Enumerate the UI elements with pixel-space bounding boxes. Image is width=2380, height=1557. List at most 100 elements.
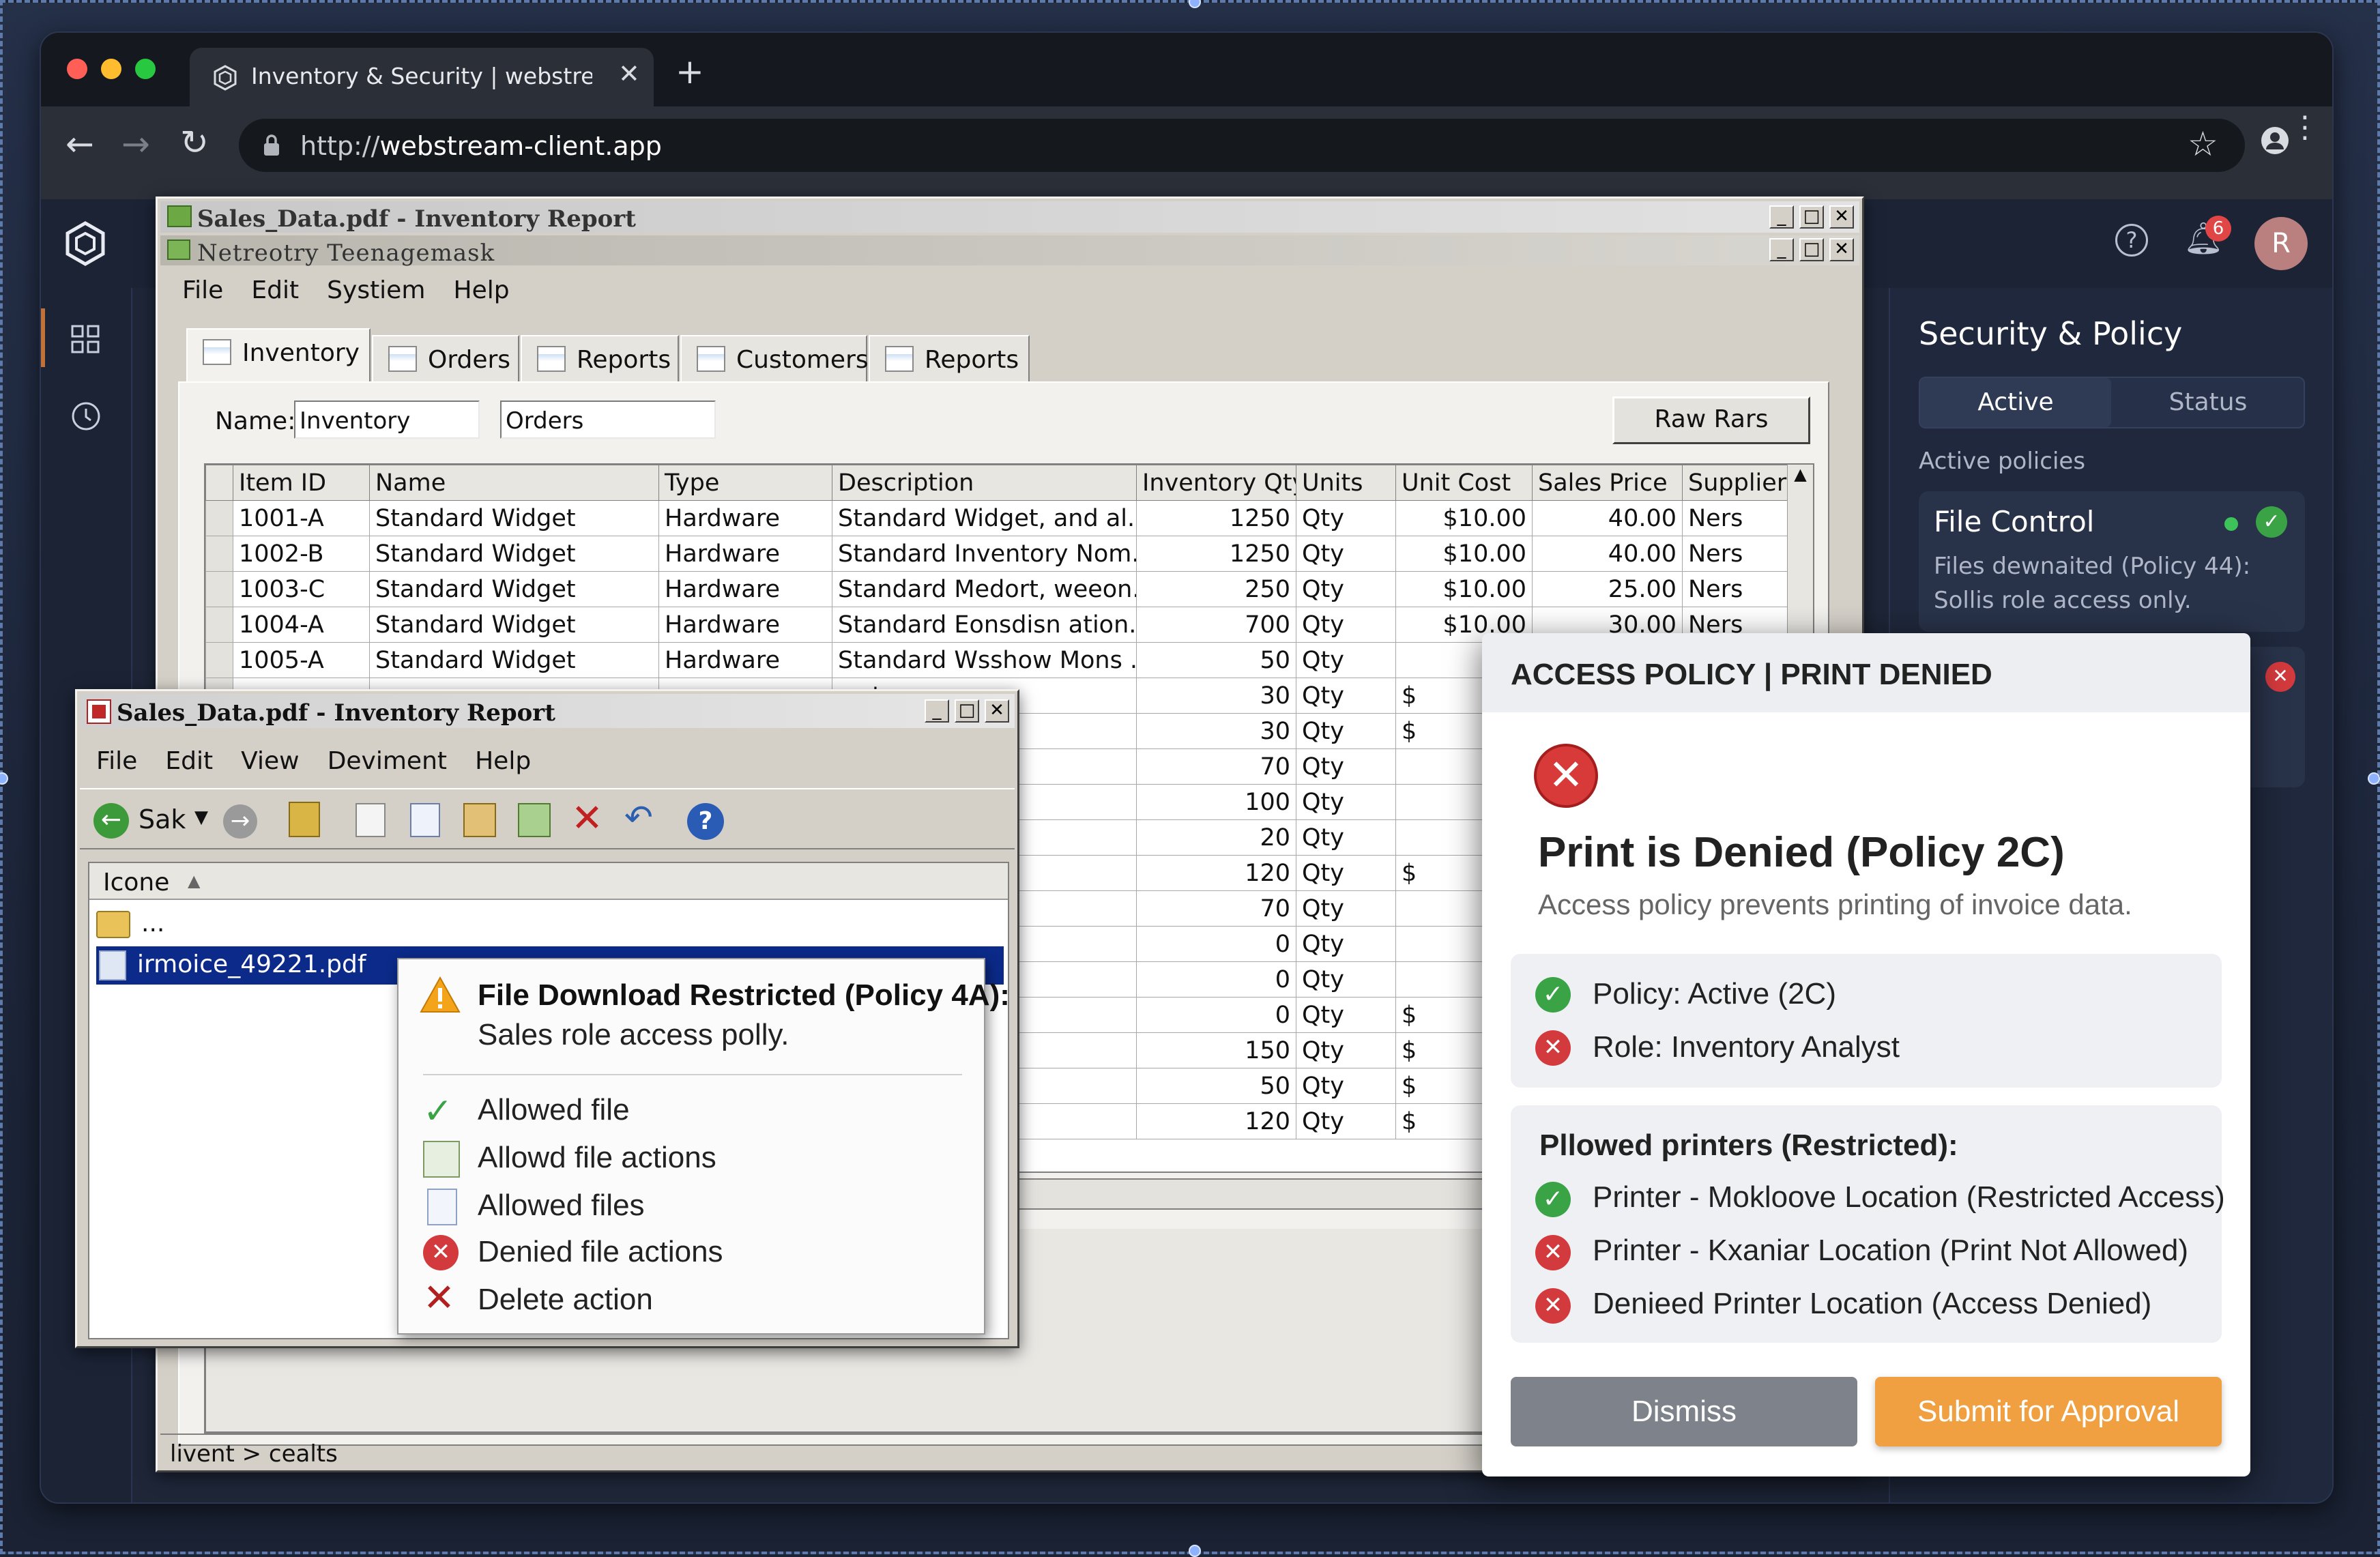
table-row[interactable]: 1002-B Standard Widget Hardware Standard In…: [205, 536, 1792, 572]
minimize-button[interactable]: _: [1769, 205, 1794, 229]
column-header[interactable]: Supplier: [1682, 465, 1792, 501]
reload-icon[interactable]: ↻: [180, 123, 209, 162]
avatar[interactable]: R: [2254, 217, 2308, 270]
bookmark-star-icon[interactable]: ☆: [2188, 124, 2218, 164]
help-icon[interactable]: ?: [2115, 224, 2148, 257]
chevron-down-icon[interactable]: ▼: [194, 807, 208, 828]
printer-item[interactable]: Denieed Printer Location (Access Denied): [1593, 1287, 2151, 1321]
policy-card-file-control[interactable]: File Control ✓ Files dewnaited (Policy 4…: [1919, 491, 2305, 632]
row-header[interactable]: [205, 500, 233, 536]
close-window-button[interactable]: [67, 59, 87, 79]
help-icon[interactable]: ?: [687, 803, 724, 840]
tab-reports-2[interactable]: Reports: [869, 335, 1030, 381]
popup-item-delete-action[interactable]: Delete action: [478, 1283, 653, 1317]
maximize-button[interactable]: □: [955, 699, 979, 723]
app-logo-icon[interactable]: [61, 220, 109, 267]
column-header[interactable]: Inventory Qty: [1136, 465, 1296, 501]
browser-menu-icon[interactable]: ⋮: [2290, 113, 2320, 143]
move-icon[interactable]: [518, 803, 551, 837]
close-button[interactable]: ✕: [985, 699, 1009, 723]
column-header[interactable]: Name: [369, 465, 659, 501]
close-button[interactable]: ✕: [1829, 205, 1854, 229]
row-header[interactable]: [205, 607, 233, 643]
name-input[interactable]: Inventory: [294, 401, 480, 439]
close-button[interactable]: ✕: [1829, 238, 1854, 261]
menu-system[interactable]: Systiem: [327, 276, 425, 304]
column-header[interactable]: Units: [1296, 465, 1396, 501]
back-arrow-icon[interactable]: ←: [66, 124, 94, 164]
raw-rars-button[interactable]: Raw Rars: [1612, 396, 1810, 444]
menu-file[interactable]: File: [182, 276, 223, 304]
popup-item-allowed-actions[interactable]: Allowd file actions: [478, 1141, 716, 1175]
selection-handle[interactable]: [2368, 772, 2380, 785]
menu-edit[interactable]: Edit: [251, 276, 299, 304]
minimize-button[interactable]: _: [925, 699, 949, 723]
browser-tab[interactable]: Inventory & Security | webstream ✕: [190, 48, 654, 106]
submit-for-approval-button[interactable]: Submit for Approval: [1875, 1377, 2222, 1446]
column-header[interactable]: Description: [832, 465, 1137, 501]
minimize-window-button[interactable]: [101, 59, 121, 79]
printer-item[interactable]: Printer - Kxaniar Location (Print Not Al…: [1593, 1234, 2188, 1268]
inner-titlebar[interactable]: Netreotry Teenagemask _ □ ✕: [160, 235, 1859, 267]
popup-item-allowed-files[interactable]: Allowed files: [478, 1189, 645, 1223]
forward-arrow-icon[interactable]: →: [121, 124, 150, 164]
menu-view[interactable]: View: [241, 747, 299, 775]
table-row[interactable]: 1001-A Standard Widget Hardware Standard Wi…: [205, 500, 1792, 536]
file-list-header[interactable]: Icone ▲: [89, 863, 1008, 900]
copy-icon[interactable]: [355, 803, 386, 837]
row-header[interactable]: [205, 536, 233, 572]
maximize-window-button[interactable]: [135, 59, 156, 79]
paste-icon[interactable]: [463, 803, 496, 837]
minimize-button[interactable]: _: [1769, 238, 1794, 261]
window-titlebar[interactable]: Sales_Data.pdf - Inventory Report _ □ ✕: [160, 201, 1859, 233]
window-titlebar[interactable]: Sales_Data.pdf - Inventory Report _ □ ✕: [80, 694, 1015, 728]
list-item[interactable]: ...: [96, 907, 1004, 942]
table-row[interactable]: 1003-C Standard Widget Hardware Standard Me…: [205, 571, 1792, 607]
column-header[interactable]: Sales Price: [1532, 465, 1683, 501]
new-tab-button[interactable]: +: [676, 52, 704, 91]
orders-input[interactable]: Orders: [500, 401, 716, 439]
menu-help[interactable]: Help: [475, 747, 531, 775]
printer-item[interactable]: Printer - Mokloove Location (Restricted …: [1593, 1180, 2225, 1214]
popup-item-denied-actions[interactable]: Denied file actions: [478, 1235, 723, 1269]
selection-handle[interactable]: [0, 772, 8, 785]
forward-arrow-icon[interactable]: →: [223, 804, 257, 839]
address-bar[interactable]: http://webstream-client.app ☆: [239, 119, 2245, 172]
menu-help[interactable]: Help: [454, 276, 510, 304]
dismiss-button[interactable]: Dismiss: [1511, 1377, 1857, 1446]
selection-handle[interactable]: [1189, 0, 1201, 8]
row-header[interactable]: [205, 642, 233, 678]
row-header[interactable]: [205, 571, 233, 607]
column-header[interactable]: Type: [658, 465, 832, 501]
menu-file[interactable]: File: [96, 747, 137, 775]
popup-item-allowed-file[interactable]: Allowed file: [478, 1093, 630, 1127]
tab-inventory[interactable]: Inventory: [186, 328, 371, 383]
segment-active[interactable]: Active: [1920, 378, 2111, 427]
grid-icon[interactable]: [70, 323, 101, 355]
maximize-button[interactable]: □: [1799, 205, 1824, 229]
column-header[interactable]: Item ID: [233, 465, 370, 501]
close-tab-icon[interactable]: ✕: [618, 59, 640, 89]
grid-horizontal-scrollbar[interactable]: [1012, 1178, 1517, 1210]
access-policy-dialog: ACCESS POLICY | PRINT DENIED ✕ Print is …: [1482, 633, 2250, 1476]
menu-deviment[interactable]: Deviment: [328, 747, 447, 775]
tab-orders[interactable]: Orders: [372, 335, 519, 381]
folder-up-icon[interactable]: [289, 802, 320, 837]
undo-icon[interactable]: ↶: [624, 798, 653, 837]
segment-status[interactable]: Status: [2113, 378, 2304, 427]
delete-x-icon[interactable]: ✕: [571, 796, 603, 841]
tab-reports[interactable]: Reports: [521, 335, 679, 381]
back-arrow-icon[interactable]: ←: [93, 803, 129, 839]
duplicate-icon[interactable]: [410, 803, 440, 837]
tab-customers[interactable]: Customers: [680, 335, 869, 381]
column-header[interactable]: Unit Cost: [1395, 465, 1533, 501]
parent-folder-label: ...: [141, 910, 165, 937]
profile-icon[interactable]: [2260, 126, 2290, 156]
selection-handle[interactable]: [1189, 1545, 1201, 1557]
back-label[interactable]: Sak: [139, 804, 186, 834]
clock-icon[interactable]: [70, 400, 102, 433]
menu-edit[interactable]: Edit: [165, 747, 213, 775]
file-icon: [427, 1189, 457, 1225]
maximize-button[interactable]: □: [1799, 238, 1824, 261]
warning-icon: [420, 976, 461, 1013]
